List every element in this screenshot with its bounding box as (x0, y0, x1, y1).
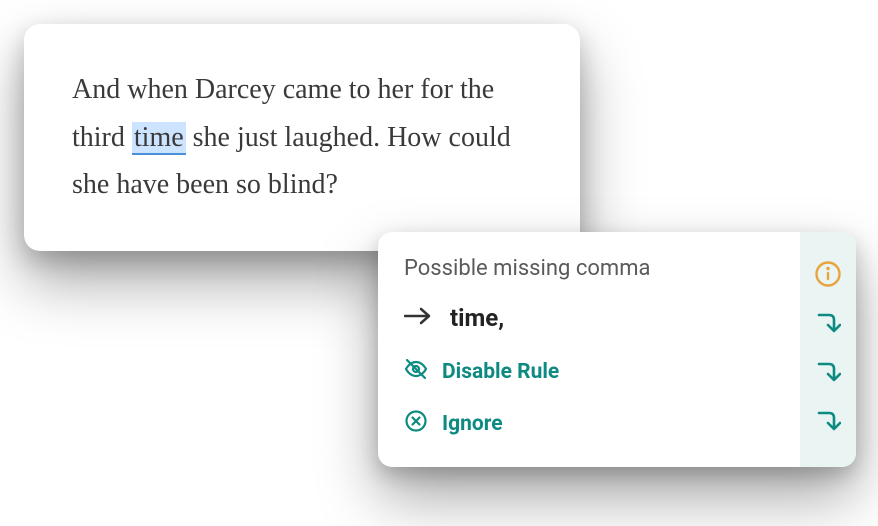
disable-rule-label: Disable Rule (442, 360, 559, 384)
ignore-label: Ignore (442, 412, 503, 436)
next-issue-button-2[interactable] (813, 359, 843, 389)
disable-rule-button[interactable]: Disable Rule (404, 357, 774, 387)
close-circle-icon (404, 409, 428, 439)
next-issue-button-3[interactable] (813, 408, 843, 438)
popup-title: Possible missing comma (404, 256, 774, 281)
arrow-turn-down-icon (815, 310, 841, 340)
eye-off-icon (404, 357, 428, 387)
popup-main: Possible missing comma time, Disable Rul… (378, 232, 800, 467)
arrow-right-icon (404, 303, 432, 333)
popup-sidebar (800, 232, 856, 467)
text-editor-card: And when Darcey came to her for the thir… (24, 24, 580, 251)
grammar-suggestion-popup: Possible missing comma time, Disable Rul… (378, 232, 856, 467)
arrow-turn-down-icon (815, 359, 841, 389)
ignore-button[interactable]: Ignore (404, 409, 774, 439)
info-button[interactable] (813, 261, 843, 291)
next-issue-button-1[interactable] (813, 310, 843, 340)
info-icon (814, 260, 842, 292)
suggestion-text: time, (450, 304, 504, 332)
arrow-turn-down-icon (815, 408, 841, 438)
apply-suggestion-button[interactable]: time, (404, 303, 774, 333)
highlighted-word[interactable]: time (132, 122, 186, 155)
